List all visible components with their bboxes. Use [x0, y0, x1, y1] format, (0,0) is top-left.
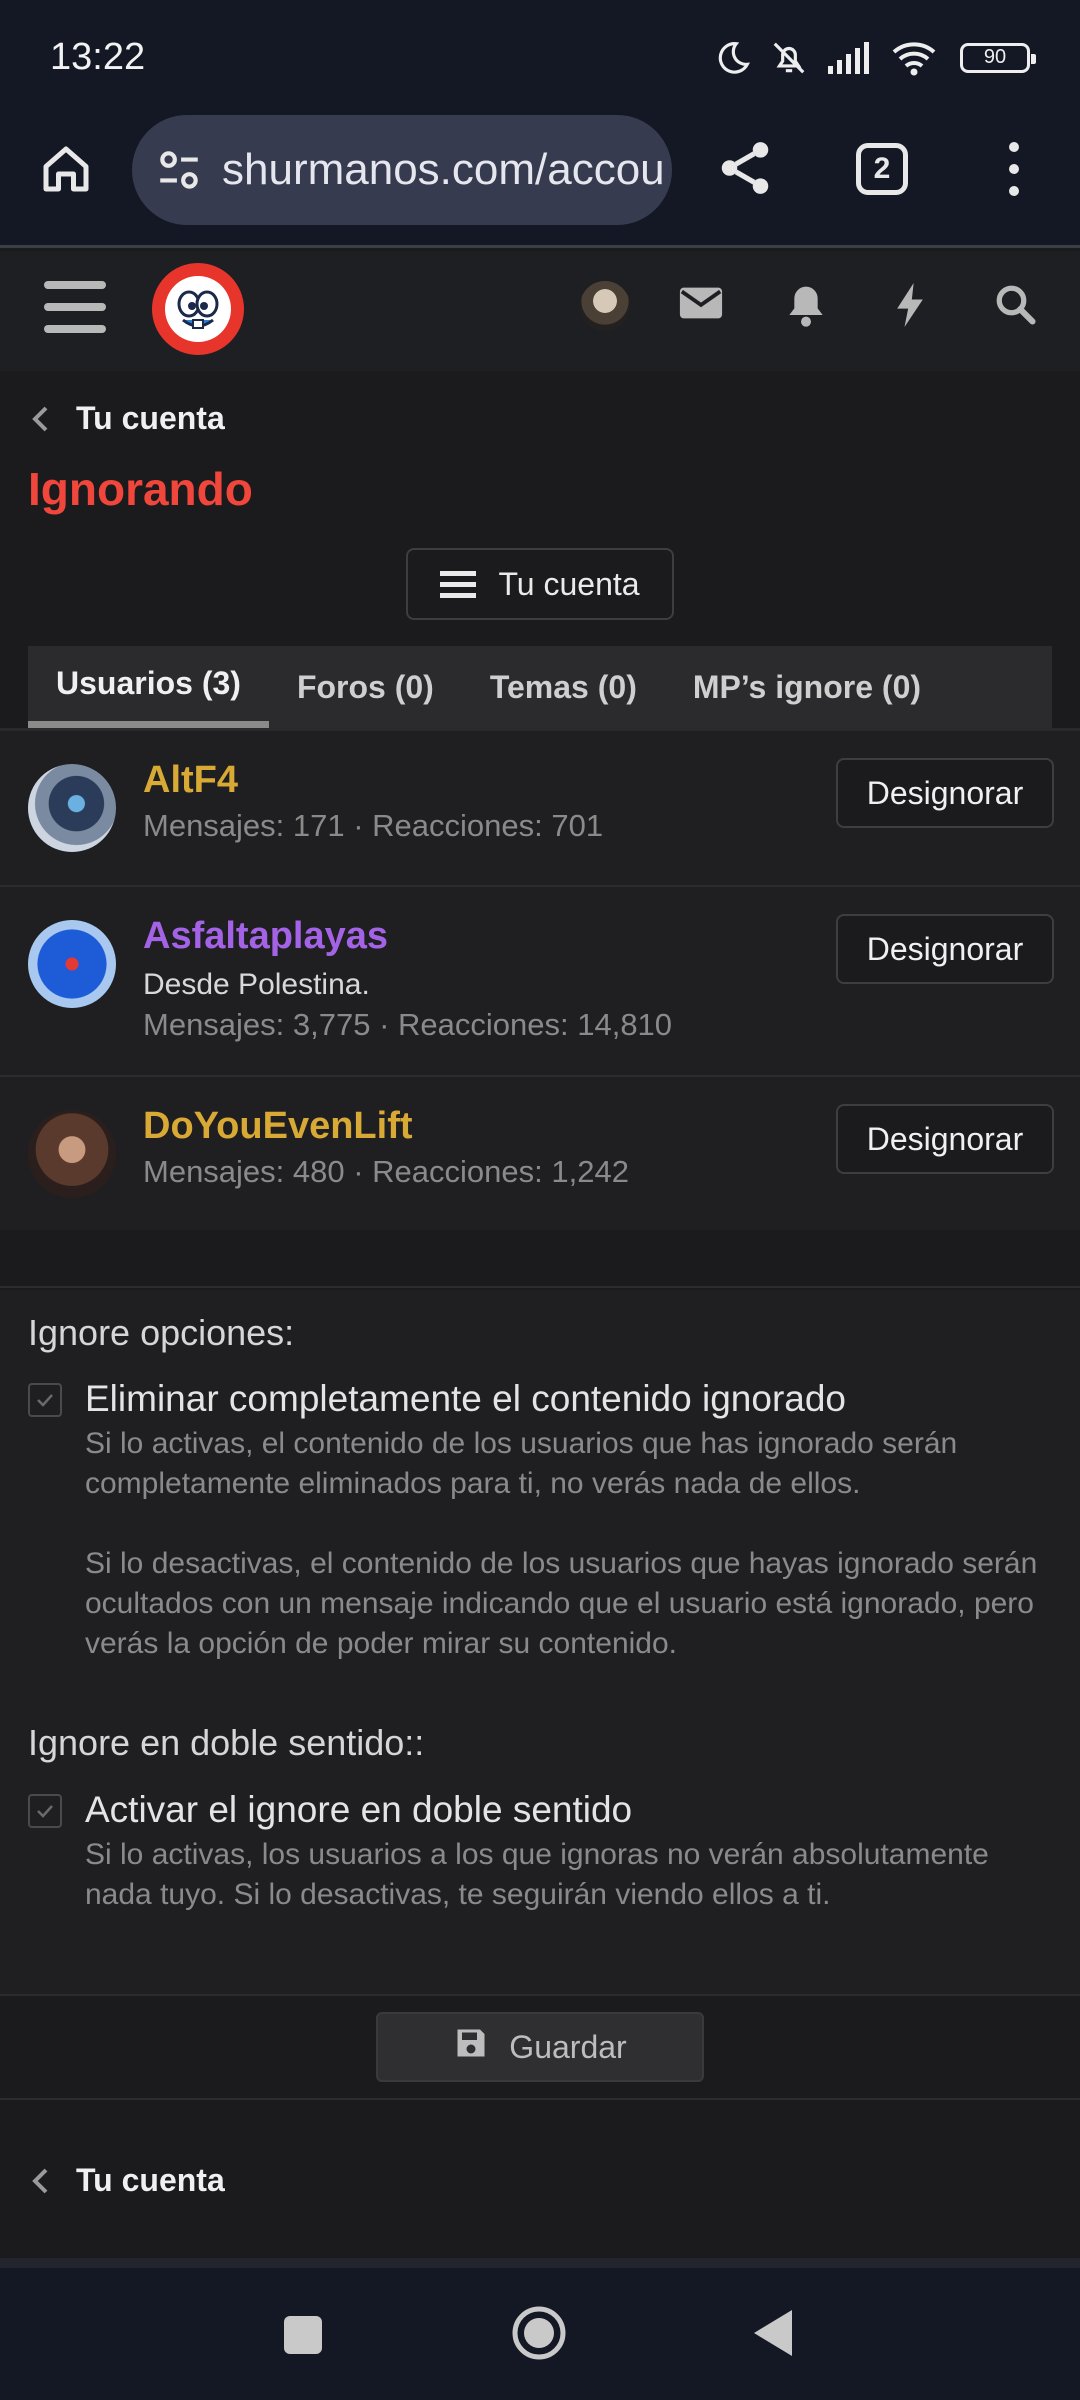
ignore-tabs: Usuarios (3) Foros (0) Temas (0) MP’s ig… [28, 646, 1052, 728]
avatar[interactable] [28, 1110, 116, 1198]
divider [0, 2258, 1080, 2268]
double-ignore-desc: Si lo activas, los usuarios a los que ig… [85, 1838, 989, 1911]
avatar[interactable] [28, 764, 116, 852]
browser-toolbar: shurmanos.com/accou 2 [0, 115, 1080, 248]
status-icons: 90 [714, 39, 1036, 77]
home-icon[interactable] [36, 139, 96, 199]
ignored-users-list: AltF4 Mensajes: 171 · Reacciones: 701 De… [0, 731, 1080, 1233]
status-time: 13:22 [50, 36, 146, 78]
save-icon [453, 2025, 489, 2069]
chevron-left-icon [28, 2166, 52, 2196]
account-menu-button[interactable]: Tu cuenta [406, 548, 674, 620]
address-bar[interactable]: shurmanos.com/accou [132, 115, 672, 225]
bell-icon[interactable] [786, 283, 836, 333]
unignore-button[interactable]: Designorar [836, 1104, 1054, 1174]
double-ignore-checkbox[interactable] [28, 1794, 62, 1828]
system-nav-bar [0, 2268, 1080, 2400]
site-header [0, 251, 1080, 371]
breadcrumb-label[interactable]: Tu cuenta [76, 400, 225, 437]
ignore-options: Ignore opciones: Eliminar completamente … [0, 1290, 1080, 1996]
list-item: DoYouEvenLift Mensajes: 480 · Reacciones… [0, 1077, 1080, 1233]
footer-breadcrumb[interactable]: Tu cuenta [28, 2162, 225, 2199]
wifi-icon [892, 40, 936, 76]
bell-off-icon [770, 39, 808, 77]
back-icon[interactable] [752, 2308, 794, 2363]
site-logo[interactable] [152, 263, 244, 355]
list-item: Asfaltaplayas Desde Polestina. Mensajes:… [0, 887, 1080, 1077]
moon-icon [714, 39, 752, 77]
user-stats: Mensajes: 171 · Reacciones: 701 [143, 808, 604, 843]
footer-breadcrumb-label[interactable]: Tu cuenta [76, 2162, 225, 2199]
tab-switcher-button[interactable]: 2 [856, 143, 908, 195]
user-stats: Mensajes: 480 · Reacciones: 1,242 [143, 1154, 629, 1189]
username[interactable]: DoYouEvenLift [143, 1105, 413, 1148]
remove-content-desc-2: Si lo desactivas, el contenido de los us… [85, 1547, 1038, 1660]
list-icon [440, 565, 477, 604]
user-stats: Mensajes: 3,775 · Reacciones: 14,810 [143, 1007, 673, 1042]
search-icon[interactable] [994, 283, 1044, 333]
form-footer: Guardar [0, 1998, 1080, 2100]
mail-icon[interactable] [678, 283, 728, 333]
unignore-button[interactable]: Designorar [836, 758, 1054, 828]
site-settings-icon[interactable] [154, 145, 204, 195]
save-label: Guardar [509, 2028, 627, 2065]
ignore-options-label: Ignore opciones: [28, 1312, 295, 1353]
tab-foros[interactable]: Foros (0) [269, 646, 462, 728]
remove-content-title[interactable]: Eliminar completamente el contenido igno… [85, 1378, 846, 1420]
recents-icon[interactable] [282, 2314, 324, 2361]
status-bar: 13:22 90 [0, 0, 1080, 115]
account-menu-label: Tu cuenta [498, 565, 640, 602]
more-vert-icon[interactable] [996, 137, 1032, 201]
bolt-icon[interactable] [894, 283, 944, 333]
list-item: AltF4 Mensajes: 171 · Reacciones: 701 De… [0, 731, 1080, 887]
menu-icon[interactable] [44, 281, 106, 337]
breadcrumb[interactable]: Tu cuenta [28, 400, 225, 437]
username[interactable]: Asfaltaplayas [143, 915, 388, 958]
share-icon[interactable] [714, 137, 776, 199]
tab-mps-ignore[interactable]: MP’s ignore (0) [665, 646, 949, 728]
tab-temas[interactable]: Temas (0) [462, 646, 665, 728]
chevron-left-icon [28, 404, 52, 434]
tab-usuarios[interactable]: Usuarios (3) [28, 646, 269, 728]
signal-icon [826, 40, 874, 76]
battery-icon: 90 [960, 42, 1036, 73]
user-avatar[interactable] [580, 281, 630, 331]
double-ignore-title[interactable]: Activar el ignore en doble sentido [85, 1789, 632, 1831]
username[interactable]: AltF4 [143, 759, 238, 802]
double-ignore-label: Ignore en doble sentido:: [28, 1722, 425, 1763]
page-title: Ignorando [28, 463, 253, 515]
save-button[interactable]: Guardar [376, 2012, 704, 2082]
spacer [0, 1230, 1080, 1288]
avatar[interactable] [28, 920, 116, 1008]
url-text[interactable]: shurmanos.com/accou [222, 145, 665, 195]
unignore-button[interactable]: Designorar [836, 914, 1054, 984]
user-title: Desde Polestina. [143, 968, 370, 1001]
remove-content-checkbox[interactable] [28, 1383, 62, 1417]
home-nav-icon[interactable] [510, 2304, 568, 2367]
remove-content-desc: Si lo activas, el contenido de los usuar… [85, 1427, 958, 1500]
